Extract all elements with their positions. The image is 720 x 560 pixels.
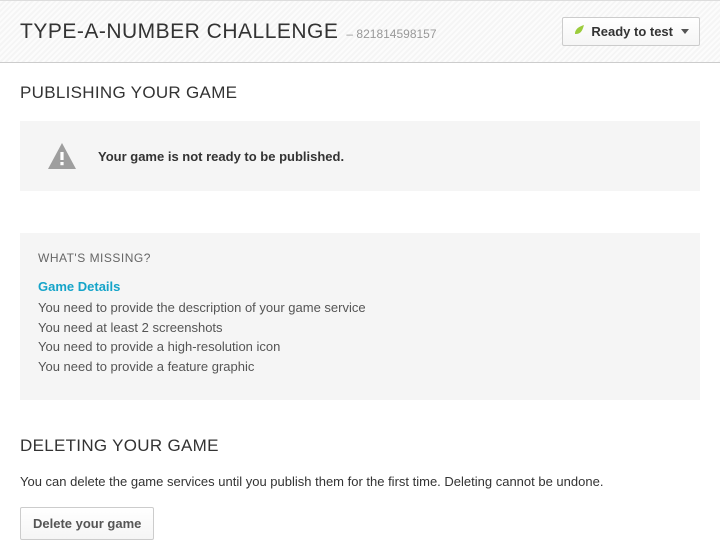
publishing-section-title: PUBLISHING YOUR GAME [20,83,700,103]
missing-item: You need to provide a high-resolution ic… [38,337,682,357]
whats-missing-title: WHAT'S MISSING? [38,251,682,265]
warning-icon [48,143,76,169]
delete-description: You can delete the game services until y… [20,474,700,489]
page-title: TYPE-A-NUMBER CHALLENGE [20,20,338,44]
alert-box: Your game is not ready to be published. [20,121,700,191]
deleting-section-title: DELETING YOUR GAME [20,436,700,456]
title-wrap: TYPE-A-NUMBER CHALLENGE – 821814598157 [20,20,437,44]
chevron-down-icon [681,29,689,34]
missing-item: You need to provide the description of y… [38,298,682,318]
delete-game-button[interactable]: Delete your game [20,507,154,540]
missing-item: You need at least 2 screenshots [38,318,682,338]
app-id: – 821814598157 [346,27,436,41]
header-bar: TYPE-A-NUMBER CHALLENGE – 821814598157 R… [0,0,720,63]
alert-message: Your game is not ready to be published. [98,149,344,164]
leaf-icon [573,24,585,39]
ready-to-test-button[interactable]: Ready to test [562,17,700,46]
ready-to-test-label: Ready to test [591,24,673,39]
game-details-link[interactable]: Game Details [38,279,682,294]
whats-missing-box: WHAT'S MISSING? Game Details You need to… [20,233,700,400]
missing-item: You need to provide a feature graphic [38,357,682,377]
